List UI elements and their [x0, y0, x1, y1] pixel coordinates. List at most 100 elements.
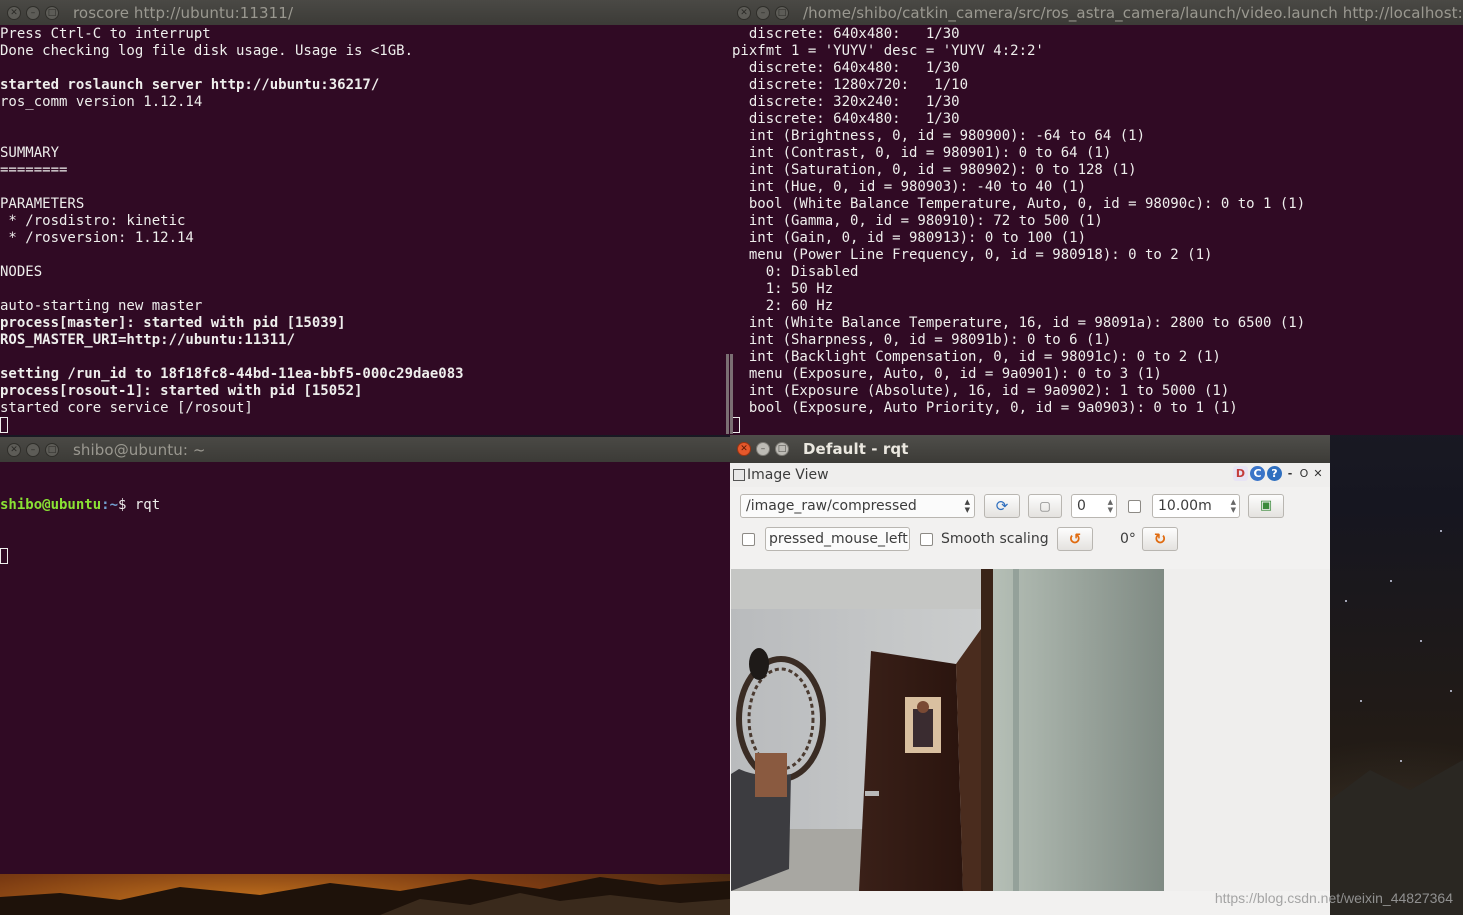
terminal-titlebar[interactable]: ✕ – □ /home/shibo/catkin_camera/src/ros_… — [730, 0, 1463, 25]
maximize-window-button[interactable]: □ — [775, 442, 789, 456]
save-image-button[interactable]: ▣ — [1248, 494, 1284, 518]
terminal-line: bool (Exposure, Auto Priority, 0, id = 9… — [732, 400, 1238, 416]
maximize-window-button[interactable]: □ — [45, 442, 59, 457]
zoom-1-icon: ▢ — [1039, 499, 1051, 513]
terminal-titlebar[interactable]: ✕ – □ shibo@ubuntu: ~ — [0, 437, 730, 462]
scrollbar-thumb[interactable] — [730, 354, 733, 434]
close-dock-icon[interactable]: ✕ — [1312, 466, 1324, 481]
terminal-line: ROS_MASTER_URI=http://ubuntu:11311/ — [0, 332, 296, 348]
typed-command: rqt — [134, 497, 161, 513]
text-cursor — [0, 548, 8, 564]
terminal-line: setting /run_id to 18f18fc8-44bd-11ea-bb… — [0, 366, 464, 382]
prompt-symbol: $ — [118, 497, 135, 513]
topic-select[interactable]: /image_raw/compressed ▲ ▼ — [740, 494, 975, 518]
terminal-output[interactable]: Press Ctrl-C to interrupt Done checking l… — [0, 26, 730, 435]
rotation-label: 0° — [1120, 531, 1136, 547]
prompt-path: :~ — [101, 497, 119, 513]
terminal-video-launch[interactable]: ✕ – □ /home/shibo/catkin_camera/src/ros_… — [730, 0, 1463, 435]
watermark: https://blog.csdn.net/weixin_44827364 — [1214, 890, 1453, 906]
terminal-line: pixfmt 1 = 'YUYV' desc = 'YUYV 4:2:2' — [732, 43, 1044, 59]
minimize-dock-icon[interactable]: - — [1284, 466, 1296, 481]
dock-grip-icon — [733, 469, 745, 481]
chevron-updown-icon: ▲ ▼ — [964, 498, 970, 514]
plugin-dock-title[interactable]: Image View D C ? - O ✕ — [730, 463, 1330, 487]
star — [1440, 530, 1442, 532]
terminal-output[interactable]: discrete: 640x480: 1/30 pixfmt 1 = 'YUYV'… — [732, 26, 1463, 435]
close-window-button[interactable]: ✕ — [7, 5, 21, 20]
camera-image[interactable] — [731, 569, 1164, 891]
frame-spinbox-value: 0 — [1077, 498, 1086, 514]
terminal-output[interactable]: shibo@ubuntu:~$ rqt — [0, 463, 730, 874]
terminal-line: discrete: 320x240: 1/30 — [732, 94, 960, 110]
window-title: Default - rqt — [803, 440, 909, 458]
maximize-window-button[interactable]: □ — [45, 5, 59, 20]
save-icon: ▣ — [1259, 498, 1273, 513]
terminal-line: int (Contrast, 0, id = 980901): 0 to 64 … — [732, 145, 1112, 161]
image-empty-area — [1164, 569, 1330, 891]
frame-spinbox[interactable]: 0 ▲ ▼ — [1071, 494, 1117, 518]
star — [1420, 640, 1422, 642]
rqt-titlebar[interactable]: ✕ – □ Default - rqt — [730, 435, 1330, 463]
terminal-roscore[interactable]: ✕ – □ roscore http://ubuntu:11311/ Press… — [0, 0, 730, 435]
rqt-window[interactable]: ✕ – □ Default - rqt Image View D C ? - O… — [730, 435, 1330, 915]
scrollbar[interactable] — [730, 26, 734, 435]
terminal-line: int (Brightness, 0, id = 980900): -64 to… — [732, 128, 1146, 144]
terminal-line: * /rosdistro: kinetic — [0, 213, 186, 229]
star — [1360, 700, 1362, 702]
terminal-line: Press Ctrl-C to interrupt — [0, 26, 211, 42]
spin-arrows-icon: ▲ ▼ — [1230, 498, 1236, 514]
plugin-title: Image View — [747, 467, 829, 483]
terminal-shell[interactable]: ✕ – □ shibo@ubuntu: ~ shibo@ubuntu:~$ rq… — [0, 437, 730, 874]
terminal-line: bool (White Balance Temperature, Auto, 0… — [732, 196, 1306, 212]
mouse-topic-input[interactable]: pressed_mouse_left — [765, 527, 910, 551]
dynamic-reconfigure-icon[interactable]: D — [1233, 466, 1248, 481]
terminal-line: int (Backlight Compensation, 0, id = 980… — [732, 349, 1221, 365]
float-dock-icon[interactable]: O — [1298, 466, 1310, 481]
close-window-button[interactable]: ✕ — [737, 442, 751, 456]
terminal-line: ros_comm version 1.12.14 — [0, 94, 203, 110]
terminal-line: int (Sharpness, 0, id = 98091b): 0 to 6 … — [732, 332, 1112, 348]
star — [1450, 690, 1452, 692]
terminal-line: ======== — [0, 162, 68, 178]
mouse-topic-value: pressed_mouse_left — [769, 531, 908, 547]
smooth-scaling-checkbox[interactable] — [920, 533, 933, 546]
terminal-titlebar[interactable]: ✕ – □ roscore http://ubuntu:11311/ — [0, 0, 730, 25]
terminal-line: int (Exposure (Absolute), 16, id = 9a090… — [732, 383, 1230, 399]
window-title: shibo@ubuntu: ~ — [73, 440, 206, 459]
close-window-button[interactable]: ✕ — [737, 5, 751, 20]
rotate-right-icon: ↻ — [1153, 530, 1167, 548]
help-icon[interactable]: ? — [1267, 466, 1282, 481]
dynamic-range-checkbox[interactable] — [1128, 500, 1141, 513]
refresh-topics-button[interactable]: ⟳ — [984, 494, 1020, 518]
publish-mouse-checkbox[interactable] — [742, 533, 755, 546]
close-window-button[interactable]: ✕ — [7, 442, 21, 457]
terminal-line: discrete: 640x480: 1/30 — [732, 60, 960, 76]
reload-plugin-icon[interactable]: C — [1250, 466, 1265, 481]
minimize-window-button[interactable]: – — [26, 5, 40, 20]
terminal-line: auto-starting new master — [0, 298, 203, 314]
max-range-spinbox[interactable]: 10.00m ▲ ▼ — [1152, 494, 1240, 518]
terminal-line: menu (Exposure, Auto, 0, id = 9a0901): 0… — [732, 366, 1162, 382]
minimize-window-button[interactable]: – — [756, 5, 770, 20]
rotate-left-button[interactable]: ↺ — [1057, 527, 1093, 551]
terminal-line: SUMMARY — [0, 145, 60, 161]
rock-silhouette — [1330, 760, 1463, 915]
terminal-line: process[rosout-1]: started with pid [150… — [0, 383, 363, 399]
cursor-line — [0, 417, 730, 434]
prompt-line: shibo@ubuntu:~$ rqt — [0, 497, 730, 514]
rotate-right-button[interactable]: ↻ — [1142, 527, 1178, 551]
minimize-window-button[interactable]: – — [26, 442, 40, 457]
terminal-line: int (Hue, 0, id = 980903): -40 to 40 (1) — [732, 179, 1087, 195]
terminal-line: started roslaunch server http://ubuntu:3… — [0, 77, 380, 93]
terminal-line: int (Saturation, 0, id = 980902): 0 to 1… — [732, 162, 1137, 178]
maximize-window-button[interactable]: □ — [775, 5, 789, 20]
terminal-line: discrete: 640x480: 1/30 — [732, 111, 960, 127]
zoom-1-button[interactable]: ▢ — [1028, 494, 1062, 518]
scrollbar-thumb[interactable] — [726, 354, 729, 434]
minimize-window-button[interactable]: – — [756, 442, 770, 456]
terminal-line: started core service [/rosout] — [0, 400, 253, 416]
